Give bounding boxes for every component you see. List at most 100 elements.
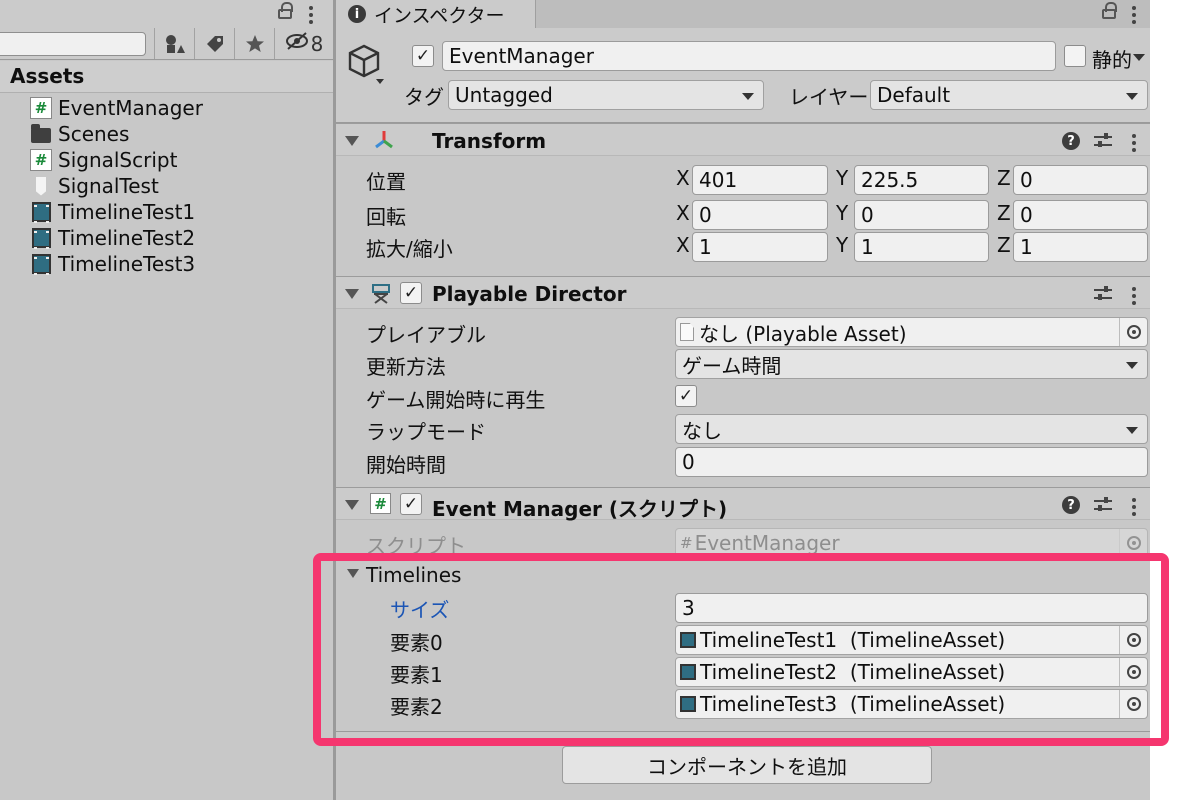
event-manager-header[interactable]: # ✓ Event Manager (スクリプト) ? — [336, 487, 1150, 521]
foldout-arrow-icon[interactable] — [345, 289, 359, 299]
chevron-down-icon — [1126, 93, 1138, 100]
layer-label: レイヤー — [789, 85, 869, 109]
add-component-button[interactable]: コンポーネントを追加 — [562, 746, 932, 784]
asset-item-signaltest[interactable]: SignalTest — [30, 173, 159, 199]
component-menu-icon[interactable] — [1132, 285, 1136, 306]
wrap-mode-value: なし — [682, 418, 722, 443]
document-icon — [680, 323, 694, 341]
scale-y-field[interactable]: 1 — [854, 232, 989, 262]
presets-sliders-icon[interactable] — [1094, 286, 1112, 302]
event-manager-enabled-checkbox[interactable]: ✓ — [400, 493, 422, 515]
initial-time-label: 開始時間 — [366, 453, 446, 477]
initial-time-field[interactable]: 0 — [675, 447, 1148, 477]
script-value: EventManager — [694, 531, 840, 555]
more-menu-icon[interactable] — [1132, 4, 1136, 25]
chevron-down-icon — [1126, 362, 1138, 369]
chevron-down-icon — [742, 93, 754, 100]
playable-director-enabled-checkbox[interactable]: ✓ — [400, 282, 422, 304]
playable-director-header[interactable]: ✓ Playable Director — [336, 276, 1150, 309]
gameobject-cube-icon[interactable] — [346, 42, 386, 91]
rotation-z-field[interactable]: 0 — [1013, 200, 1148, 230]
axis-y-label: Y — [836, 201, 849, 225]
transform-header[interactable]: Transform ? — [336, 123, 1150, 156]
scale-x-field[interactable]: 1 — [692, 232, 828, 262]
help-icon[interactable]: ? — [1062, 132, 1080, 150]
help-icon[interactable]: ? — [1062, 496, 1080, 514]
wrap-mode-dropdown[interactable]: なし — [675, 414, 1148, 444]
scale-y-value: 1 — [861, 235, 874, 259]
component-menu-icon[interactable] — [1132, 132, 1136, 153]
assets-folder-header[interactable]: Assets — [0, 61, 333, 93]
position-z-field[interactable]: 0 — [1013, 165, 1148, 195]
playable-value: なし (Playable Asset) — [699, 321, 907, 346]
asset-item-timelinetest2[interactable]: TimelineTest2 — [30, 225, 195, 251]
info-icon: i — [348, 5, 366, 23]
search-input[interactable] — [0, 32, 146, 56]
director-chair-icon — [370, 282, 392, 309]
rotation-x-value: 0 — [699, 203, 712, 227]
rotation-y-value: 0 — [861, 203, 874, 227]
play-on-awake-label: ゲーム開始時に再生 — [366, 388, 546, 412]
axis-z-label: Z — [997, 233, 1011, 257]
position-y-field[interactable]: 225.5 — [854, 165, 989, 195]
position-x-value: 401 — [699, 168, 738, 192]
axis-x-label: X — [676, 201, 690, 225]
update-method-dropdown[interactable]: ゲーム時間 — [675, 349, 1148, 379]
tab-inspector-label: インスペクター — [374, 4, 505, 27]
search-by-type-icon[interactable] — [154, 28, 194, 59]
rotation-y-field[interactable]: 0 — [854, 200, 989, 230]
update-method-value: ゲーム時間 — [682, 353, 782, 378]
folder-icon — [30, 123, 52, 145]
play-on-awake-checkbox[interactable]: ✓ — [675, 385, 697, 407]
asset-item-eventmanager[interactable]: # EventManager — [30, 95, 203, 121]
scale-z-field[interactable]: 1 — [1013, 232, 1148, 262]
transform-axes-icon — [372, 128, 396, 157]
tag-dropdown[interactable]: Untagged — [448, 80, 764, 110]
lock-icon[interactable] — [278, 2, 293, 19]
playable-director-title: Playable Director — [432, 282, 627, 306]
event-manager-title: Event Manager (スクリプト) — [432, 497, 728, 521]
playable-object-field[interactable]: なし (Playable Asset) — [675, 317, 1148, 347]
component-menu-icon[interactable] — [1132, 496, 1136, 517]
rotation-x-field[interactable]: 0 — [692, 200, 828, 230]
script-icon: # — [680, 534, 693, 552]
lock-icon[interactable] — [1102, 2, 1117, 19]
static-dropdown-caret[interactable] — [1133, 54, 1145, 61]
asset-item-signalscript[interactable]: # SignalScript — [30, 147, 177, 173]
asset-label: Scenes — [58, 122, 130, 146]
scale-label: 拡大/縮小 — [366, 237, 453, 261]
project-panel-topbar — [0, 0, 333, 28]
script-icon: # — [370, 493, 391, 514]
axis-y-label: Y — [836, 166, 849, 190]
scale-z-value: 1 — [1020, 235, 1033, 259]
gameobject-header: ✓ EventManager 静的 タグ Untagged レイヤー Defau… — [336, 28, 1150, 123]
layer-dropdown[interactable]: Default — [870, 80, 1148, 110]
static-label: 静的 — [1092, 48, 1132, 72]
object-picker-icon[interactable] — [1119, 318, 1147, 346]
asset-label: EventManager — [58, 96, 203, 120]
playable-label: プレイアブル — [366, 323, 486, 347]
axis-y-label: Y — [836, 233, 849, 257]
scale-x-value: 1 — [699, 235, 712, 259]
foldout-arrow-icon[interactable] — [345, 136, 359, 146]
position-x-field[interactable]: 401 — [692, 165, 828, 195]
asset-item-timelinetest1[interactable]: TimelineTest1 — [30, 199, 195, 225]
axis-x-label: X — [676, 233, 690, 257]
foldout-arrow-icon[interactable] — [345, 500, 359, 510]
rotation-z-value: 0 — [1020, 203, 1033, 227]
favorites-star-icon[interactable] — [234, 28, 274, 59]
asset-item-scenes[interactable]: Scenes — [30, 121, 129, 147]
active-checkbox[interactable]: ✓ — [412, 45, 434, 67]
script-icon: # — [30, 97, 52, 119]
tab-inspector[interactable]: i インスペクター — [336, 0, 536, 28]
asset-item-timelinetest3[interactable]: TimelineTest3 — [30, 251, 195, 277]
hidden-packages-toggle[interactable]: 8 — [274, 28, 333, 59]
hidden-packages-count: 8 — [310, 31, 324, 56]
object-name-field[interactable]: EventManager — [442, 41, 1056, 71]
chevron-down-icon — [1126, 427, 1138, 434]
presets-sliders-icon[interactable] — [1094, 133, 1112, 149]
static-checkbox[interactable] — [1064, 45, 1086, 67]
search-by-label-icon[interactable] — [194, 28, 234, 59]
presets-sliders-icon[interactable] — [1094, 497, 1112, 513]
more-menu-icon[interactable] — [309, 4, 313, 25]
